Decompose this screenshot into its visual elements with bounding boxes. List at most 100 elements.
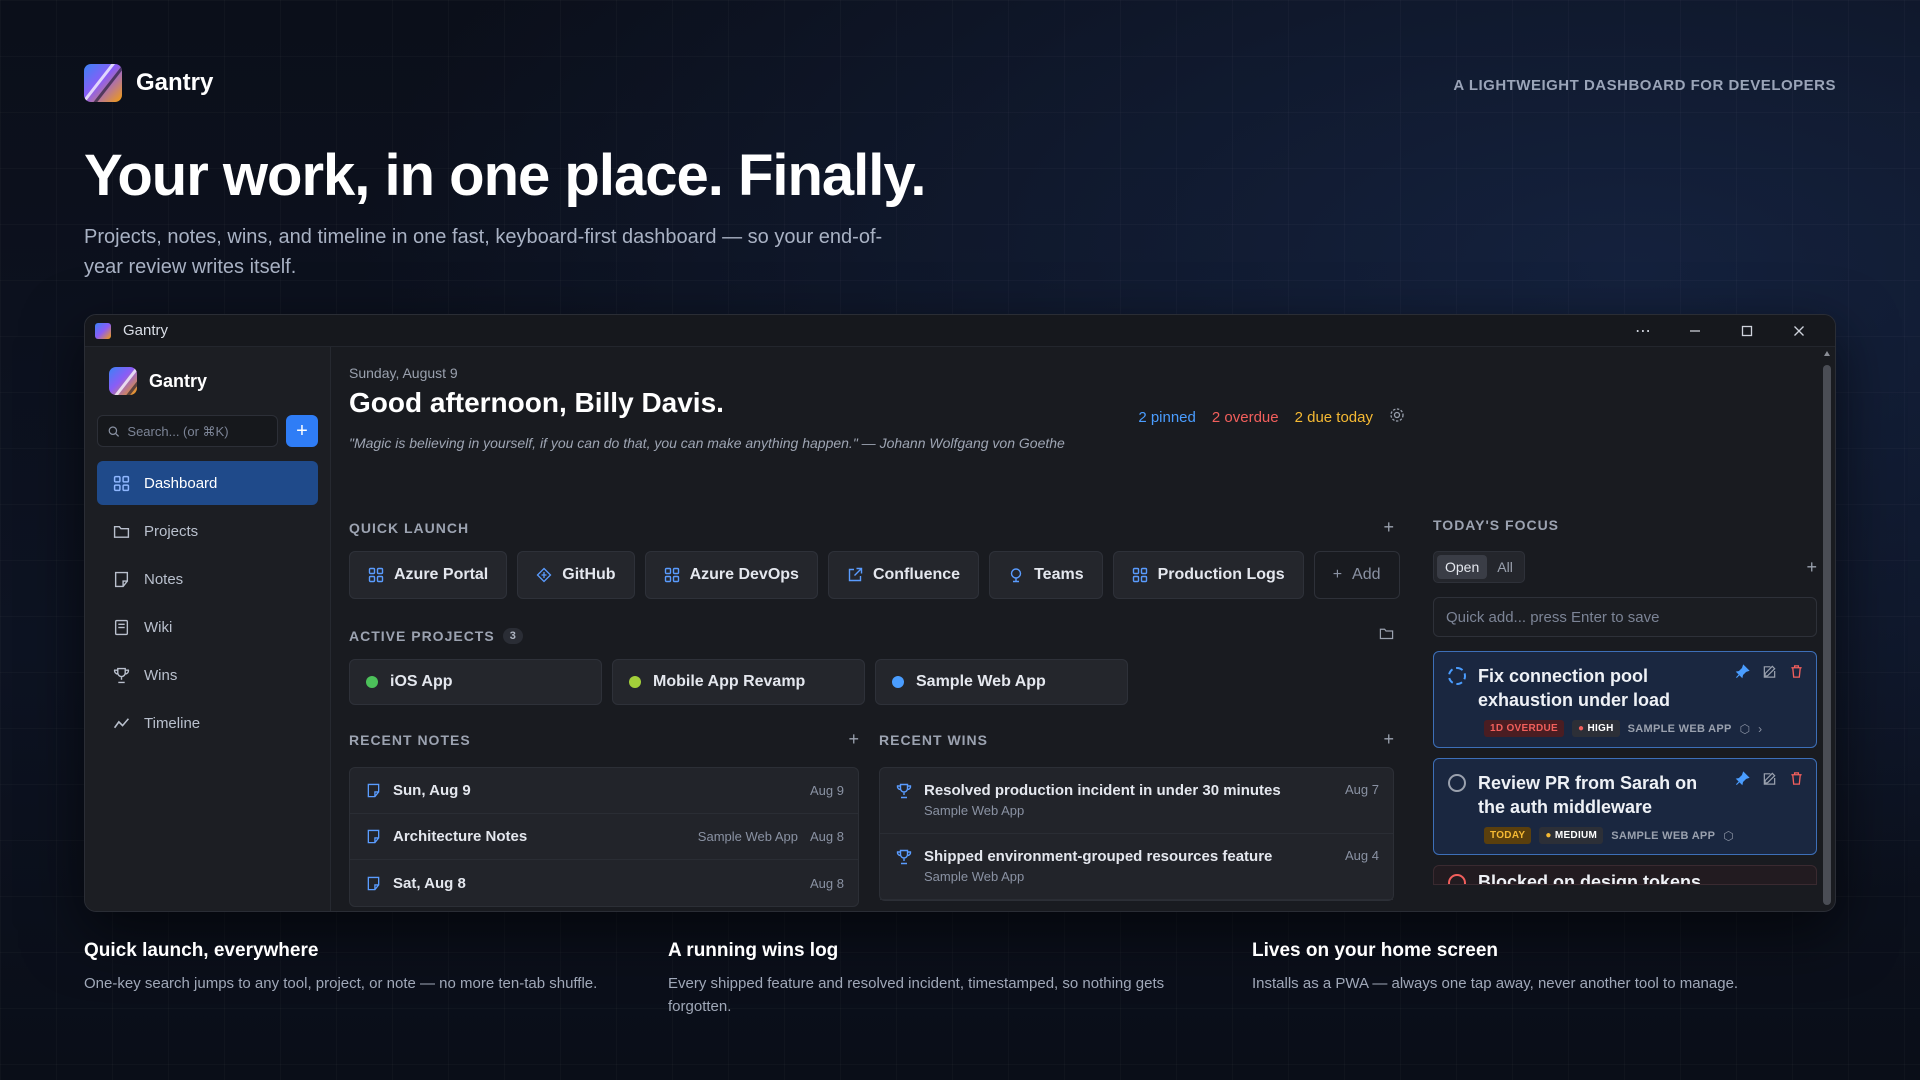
quick-launch-item[interactable]: Production Logs: [1112, 551, 1304, 599]
more-icon[interactable]: ⋯: [1617, 315, 1669, 347]
plus-icon: +: [1332, 566, 1343, 583]
diamond-icon: [536, 567, 552, 583]
scroll-up-arrow[interactable]: [1824, 351, 1830, 356]
search-box[interactable]: [97, 415, 278, 447]
task-title: Fix connection pool exhaustion under loa…: [1478, 666, 1671, 710]
task-top: Fix connection pool exhaustion under loa…: [1448, 664, 1804, 712]
task-card[interactable]: Review PR from Sarah on the auth middlew…: [1433, 758, 1817, 855]
maximize-icon[interactable]: [1721, 315, 1773, 347]
tagline: A LIGHTWEIGHT DASHBOARD FOR DEVELOPERS: [1453, 77, 1836, 94]
sidebar-item-wins[interactable]: Wins: [97, 653, 318, 697]
add-note-icon[interactable]: +: [848, 729, 859, 750]
sidebar-brand[interactable]: Gantry: [97, 361, 318, 401]
project-count-badge: 3: [502, 627, 523, 644]
add-task-icon[interactable]: +: [1806, 557, 1817, 578]
sidebar-item-projects[interactable]: Projects: [97, 509, 318, 553]
pin-icon[interactable]: [1735, 771, 1750, 819]
task-title: Blocked on design tokens: [1478, 872, 1702, 885]
filter-open[interactable]: Open: [1437, 555, 1488, 579]
priority-dot: ●: [1545, 830, 1555, 841]
task-card[interactable]: Blocked on design tokens: [1433, 865, 1817, 885]
quick-launch-item[interactable]: Teams: [989, 551, 1103, 599]
trophy-icon: [896, 783, 912, 799]
win-text: Resolved production incident in under 30…: [924, 782, 1281, 833]
feature-item: Quick launch, everywhere One-key search …: [84, 940, 668, 1018]
quick-launch-label: Teams: [1034, 566, 1084, 583]
pin-icon[interactable]: [1735, 664, 1750, 712]
scrollbar[interactable]: [1823, 351, 1831, 911]
quick-launch-header: QUICK LAUNCH +: [349, 517, 1394, 538]
active-projects-title: ACTIVE PROJECTS 3: [349, 627, 523, 644]
add-quick-launch-icon[interactable]: +: [1383, 517, 1394, 538]
window-controls: ⋯: [1617, 315, 1825, 347]
win-project: Sample Web App: [924, 869, 1025, 884]
add-quick-launch-button[interactable]: + Add: [1313, 551, 1400, 599]
note-meta: Sample Web App Aug 8: [698, 829, 844, 844]
recent-notes-list: Sun, Aug 9 Aug 9 Architecture Notes Samp…: [349, 767, 859, 907]
app-window: Gantry ⋯ Gantry Search... (or ⌘K) + Dash…: [84, 314, 1836, 912]
add-win-icon[interactable]: +: [1383, 729, 1394, 750]
active-projects-header: ACTIVE PROJECTS 3: [349, 625, 1394, 646]
tag-icon[interactable]: ⬡: [1723, 829, 1733, 843]
pinned-count[interactable]: 2 pinned: [1138, 409, 1196, 426]
list-item[interactable]: Sun, Aug 9 Aug 9: [350, 768, 858, 814]
due-today-count[interactable]: 2 due today: [1295, 409, 1373, 426]
filter-all[interactable]: All: [1489, 555, 1521, 579]
close-icon[interactable]: [1773, 315, 1825, 347]
edit-icon[interactable]: [1762, 771, 1777, 819]
scroll-thumb[interactable]: [1823, 365, 1831, 905]
task-checkbox[interactable]: [1448, 874, 1466, 884]
globe-icon: [1010, 568, 1022, 583]
list-item[interactable]: Resolved production incident in under 30…: [880, 768, 1393, 834]
quick-launch-item[interactable]: Confluence: [827, 551, 980, 599]
tag-icon[interactable]: ⬡: [1740, 722, 1750, 736]
project-card[interactable]: Mobile App Revamp: [612, 659, 865, 705]
sidebar-item-wiki[interactable]: Wiki: [97, 605, 318, 649]
feature-text: Every shipped feature and resolved incid…: [668, 975, 1165, 1015]
quick-add-field[interactable]: [1433, 597, 1817, 637]
sidebar-brand-name: Gantry: [149, 370, 208, 391]
book-icon: [114, 619, 129, 635]
sidebar-item-dashboard[interactable]: Dashboard: [97, 461, 318, 505]
folder-icon[interactable]: [1379, 625, 1394, 646]
quick-launch-item[interactable]: Azure DevOps: [644, 551, 818, 599]
sidebar: Gantry + Dashboard Projects: [85, 347, 331, 911]
quick-launch-item[interactable]: Azure Portal: [349, 551, 508, 599]
sidebar-nav: Dashboard Projects Notes Wiki Wins Timel…: [97, 461, 318, 745]
note-icon: [114, 571, 129, 587]
win-project: Sample Web App: [924, 803, 1025, 818]
project-name: Mobile App Revamp: [653, 673, 806, 690]
project-card[interactable]: iOS App: [349, 659, 602, 705]
project-color-dot: [366, 676, 378, 688]
feature-text: One-key search jumps to any tool, projec…: [84, 975, 598, 992]
quick-add-input[interactable]: [1446, 608, 1804, 626]
sidebar-item-notes[interactable]: Notes: [97, 557, 318, 601]
task-title: Review PR from Sarah on the auth middlew…: [1478, 773, 1698, 817]
minimize-icon[interactable]: [1669, 315, 1721, 347]
overdue-count[interactable]: 2 overdue: [1212, 409, 1279, 426]
note-title: Sat, Aug 8: [393, 874, 466, 892]
sidebar-item-label: Dashboard: [144, 474, 218, 492]
task-card[interactable]: Fix connection pool exhaustion under loa…: [1433, 651, 1817, 748]
quick-launch-label: Azure Portal: [394, 566, 489, 583]
trash-icon[interactable]: [1789, 771, 1804, 819]
note-icon: [367, 829, 380, 844]
note-icon: [367, 783, 380, 798]
note-project: Sample Web App: [697, 829, 799, 844]
task-checkbox[interactable]: [1448, 667, 1466, 685]
list-item[interactable]: Architecture Notes Sample Web App Aug 8: [350, 814, 858, 860]
quick-launch-item[interactable]: GitHub: [517, 551, 635, 599]
project-card[interactable]: Sample Web App: [875, 659, 1128, 705]
hero-title: Your work, in one place. Finally.: [84, 143, 926, 208]
list-item[interactable]: Shipped environment-grouped resources fe…: [880, 834, 1393, 900]
gear-icon[interactable]: [1389, 407, 1405, 427]
sidebar-item-timeline[interactable]: Timeline: [97, 701, 318, 745]
new-item-button[interactable]: +: [286, 415, 318, 447]
task-checkbox[interactable]: [1448, 774, 1466, 792]
edit-icon[interactable]: [1762, 664, 1777, 712]
search-input[interactable]: [127, 423, 267, 439]
chevron-right-icon[interactable]: ›: [1758, 722, 1762, 736]
priority-badge: ● MEDIUM: [1539, 827, 1604, 844]
trash-icon[interactable]: [1789, 664, 1804, 712]
list-item[interactable]: Sat, Aug 8 Aug 8: [350, 860, 858, 906]
